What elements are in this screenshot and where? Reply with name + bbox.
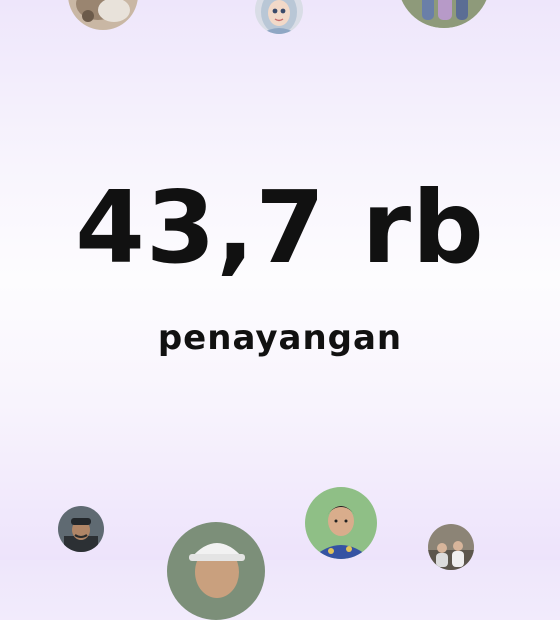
avatar-cat-photo	[68, 0, 138, 30]
avatar-man-batik	[305, 487, 377, 559]
man-white-cap-icon	[167, 522, 265, 620]
view-count: 43,7 rb	[75, 169, 485, 286]
man-cap-icon	[58, 506, 104, 552]
avatar-man-white-cap	[167, 522, 265, 620]
cat-photo-icon	[68, 0, 138, 30]
small-group-icon	[428, 524, 474, 570]
views-stat-screen: 43,7 rb penayangan	[0, 0, 560, 620]
hijab-cartoon-icon	[255, 0, 303, 34]
avatar-man-cap	[58, 506, 104, 552]
man-batik-icon	[305, 487, 377, 559]
avatar-outdoor-group	[398, 0, 490, 28]
outdoor-group-icon	[398, 0, 490, 28]
avatar-small-group	[428, 524, 474, 570]
avatar-hijab-cartoon	[255, 0, 303, 34]
view-count-label: penayangan	[157, 318, 403, 358]
